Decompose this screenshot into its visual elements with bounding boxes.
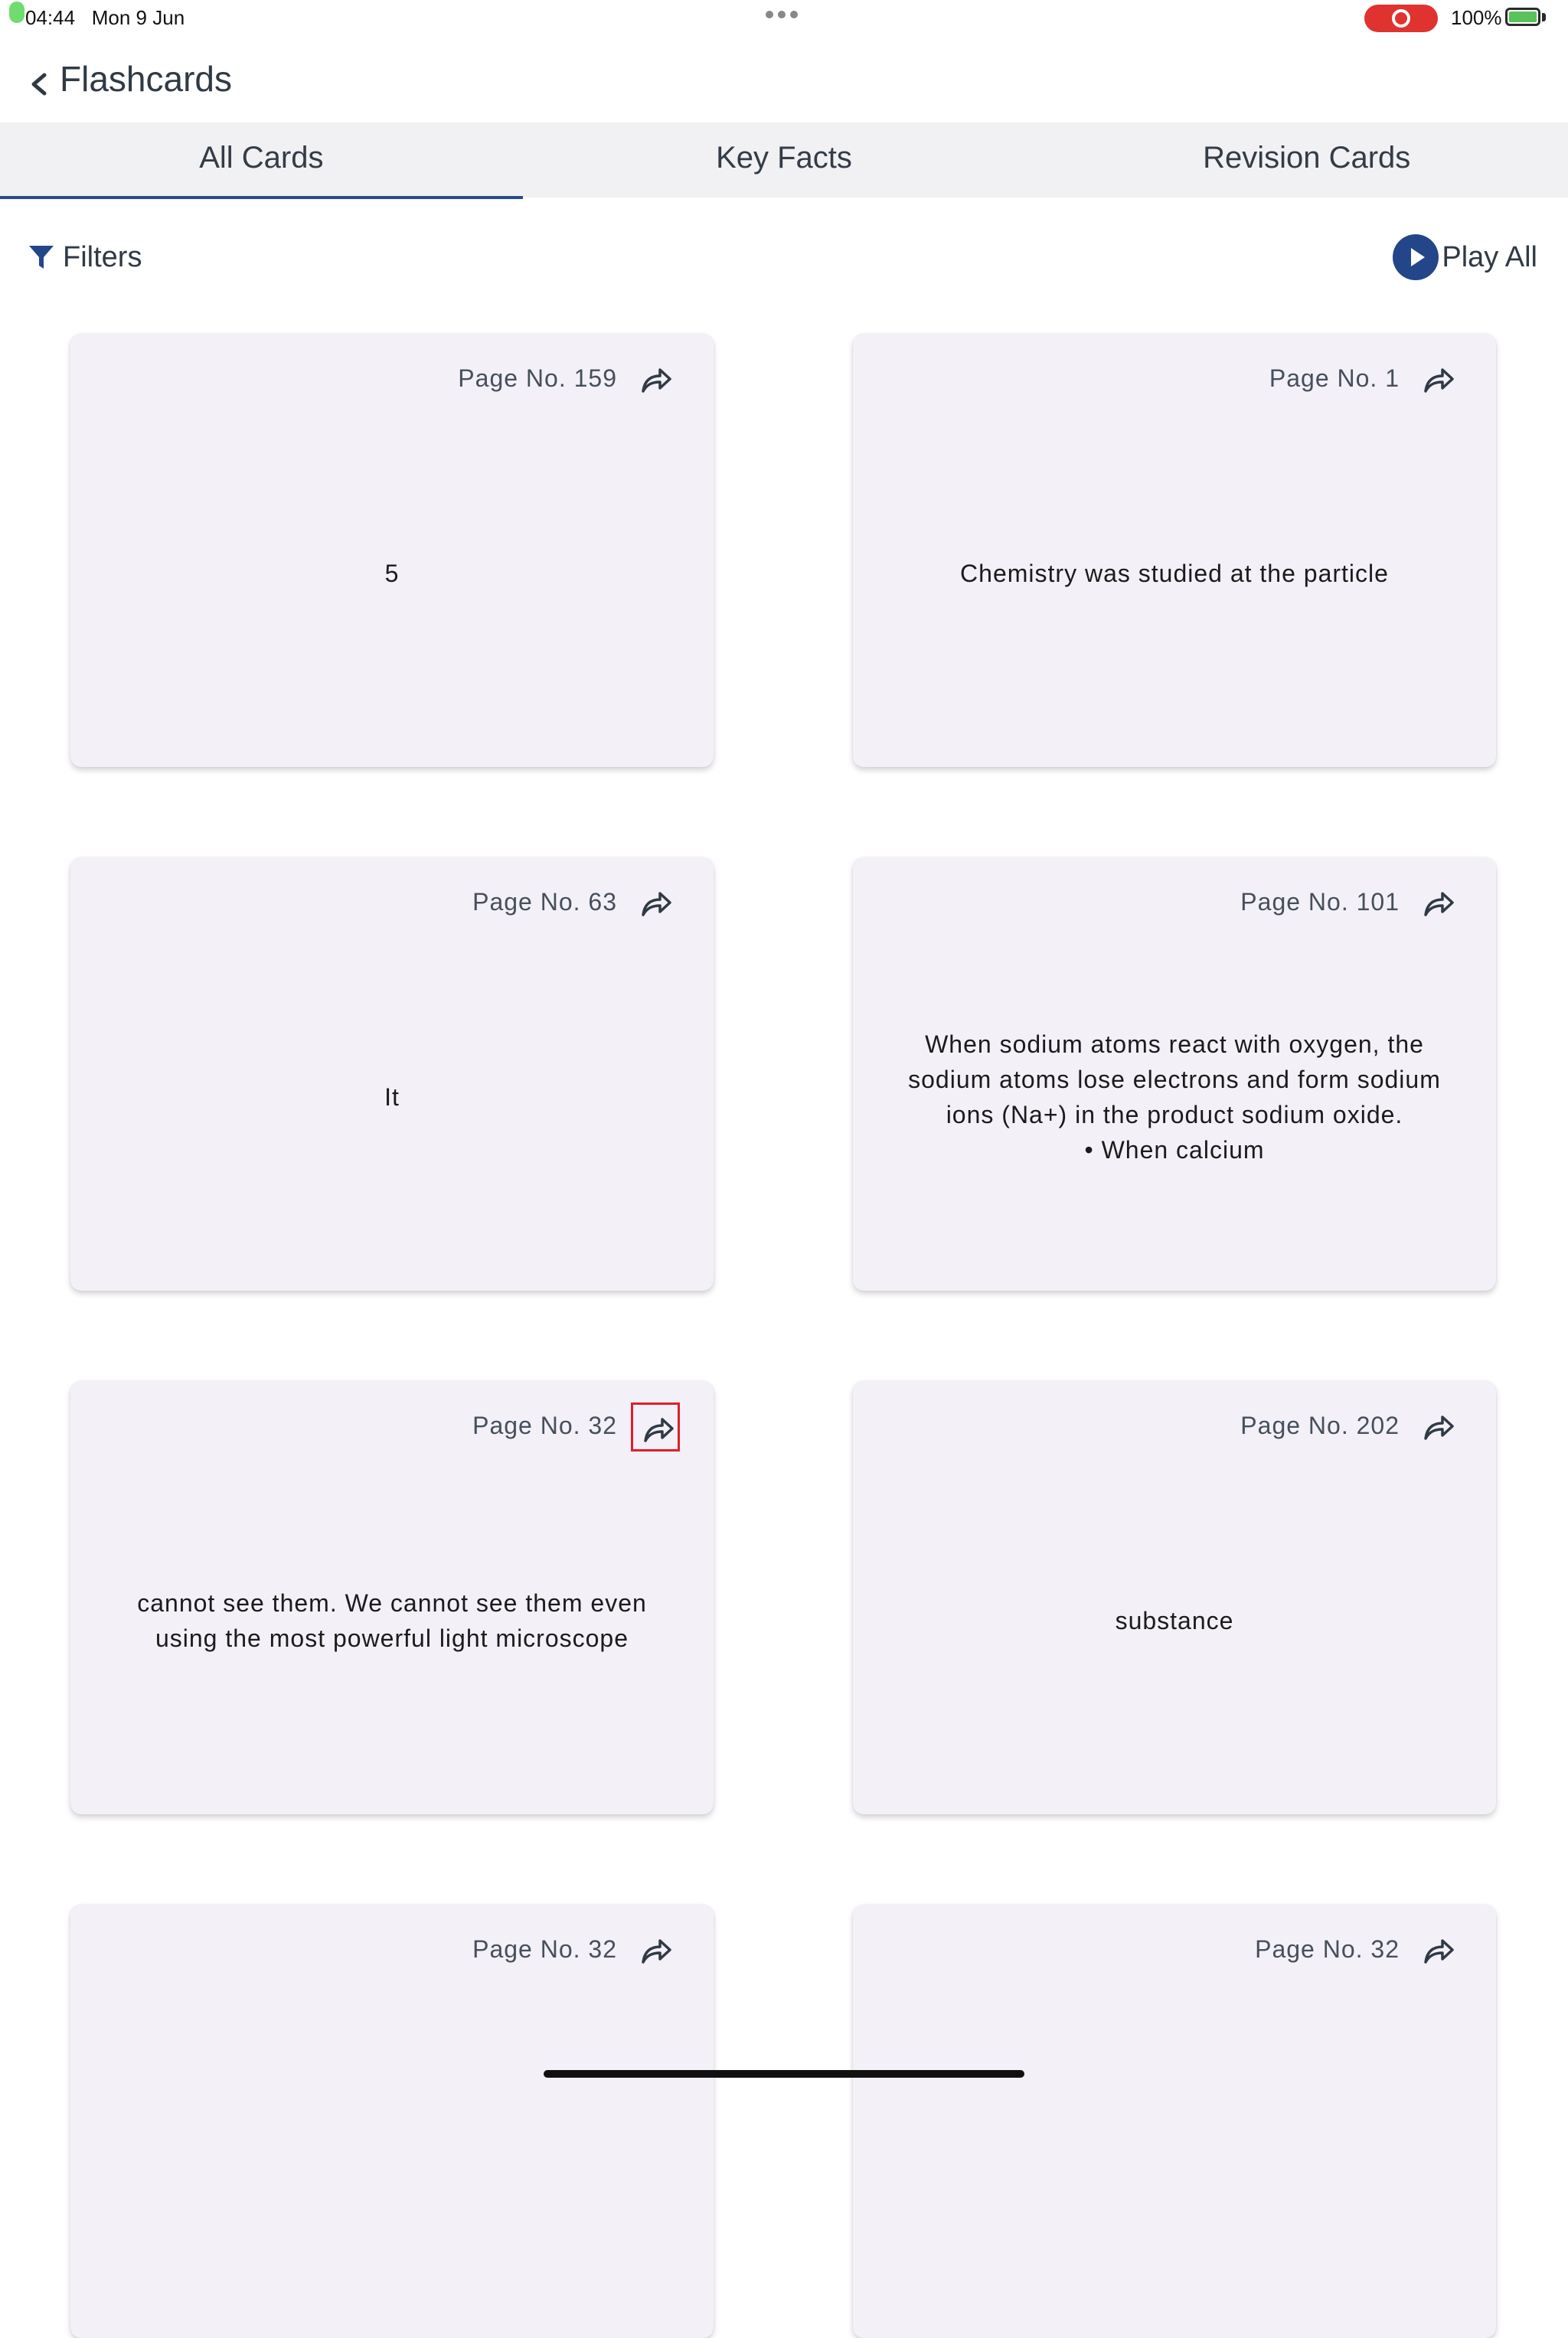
card-page-number: Page No. 101	[1240, 888, 1400, 916]
share-button[interactable]	[631, 1926, 680, 1975]
card-page-number: Page No. 32	[1255, 1935, 1400, 1963]
flashcard[interactable]: Page No. 159 5	[70, 334, 714, 767]
share-icon	[642, 892, 671, 916]
flashcard[interactable]: Page No. 32	[853, 1905, 1496, 2338]
play-icon	[1393, 234, 1439, 280]
tab-bar: All Cards Key Facts Revision Cards	[0, 122, 1568, 199]
play-all-button[interactable]: Play All	[1393, 234, 1537, 280]
share-button[interactable]	[1413, 879, 1462, 928]
share-button[interactable]	[631, 355, 680, 404]
filter-icon	[29, 246, 54, 269]
navigation-bar: Flashcards	[0, 46, 1568, 122]
tab-key-facts[interactable]: Key Facts	[523, 122, 1046, 198]
share-icon	[1424, 892, 1454, 916]
flashcard[interactable]: Page No. 1 Chemistry was studied at the …	[853, 334, 1496, 767]
privacy-indicator	[9, 2, 24, 23]
share-button[interactable]	[631, 1402, 680, 1451]
battery-icon	[1505, 8, 1540, 26]
card-page-number: Page No. 32	[472, 1412, 617, 1439]
status-bar: 04:44 Mon 9 Jun 100%	[0, 0, 1568, 37]
share-icon	[1424, 1939, 1454, 1964]
share-icon	[642, 1939, 671, 1964]
card-page-number: Page No. 1	[1269, 364, 1400, 392]
card-content: Chemistry was studied at the particle	[960, 560, 1389, 587]
flashcard[interactable]: Page No. 32 cannot see them. We cannot s…	[70, 1381, 714, 1814]
play-all-label: Play All	[1442, 240, 1537, 273]
share-button[interactable]	[1413, 355, 1462, 404]
card-page-number: Page No. 202	[1240, 1412, 1400, 1439]
share-icon	[642, 368, 671, 393]
flashcard[interactable]: Page No. 101 When sodium atoms react wit…	[853, 857, 1496, 1291]
card-content: It	[384, 1083, 400, 1111]
card-page-number: Page No. 32	[472, 1935, 617, 1963]
share-button[interactable]	[1413, 1402, 1462, 1451]
flashcard[interactable]: Page No. 202 substance	[853, 1381, 1496, 1814]
share-button[interactable]	[1413, 1926, 1462, 1975]
back-button[interactable]	[18, 61, 64, 107]
card-content: 5	[384, 560, 400, 587]
tab-revision-cards[interactable]: Revision Cards	[1045, 122, 1568, 198]
share-button[interactable]	[631, 879, 680, 928]
tab-all-cards[interactable]: All Cards	[0, 122, 523, 199]
page-title: Flashcards	[60, 59, 232, 99]
flashcard[interactable]: Page No. 63 It	[70, 857, 714, 1291]
screen-recording-icon[interactable]	[1364, 5, 1438, 32]
card-content: cannot see them. We cannot see them even…	[137, 1589, 647, 1652]
share-icon	[1424, 1416, 1454, 1440]
card-page-number: Page No. 159	[458, 364, 617, 392]
card-page-number: Page No. 63	[472, 888, 617, 916]
share-icon	[644, 1418, 674, 1442]
flashcard[interactable]: Page No. 32	[70, 1905, 714, 2338]
multitasking-dots[interactable]	[766, 11, 798, 18]
filters-label: Filters	[63, 240, 142, 273]
share-icon	[1424, 368, 1454, 393]
battery-percent: 100%	[1451, 6, 1502, 29]
card-content: substance	[1115, 1607, 1234, 1634]
chevron-left-icon	[31, 73, 47, 96]
card-content: When sodium atoms react with oxygen, the…	[908, 1030, 1441, 1164]
status-time: 04:44 Mon 9 Jun	[25, 6, 185, 29]
home-indicator[interactable]	[544, 2070, 1024, 2078]
filters-button[interactable]: Filters	[28, 236, 142, 279]
